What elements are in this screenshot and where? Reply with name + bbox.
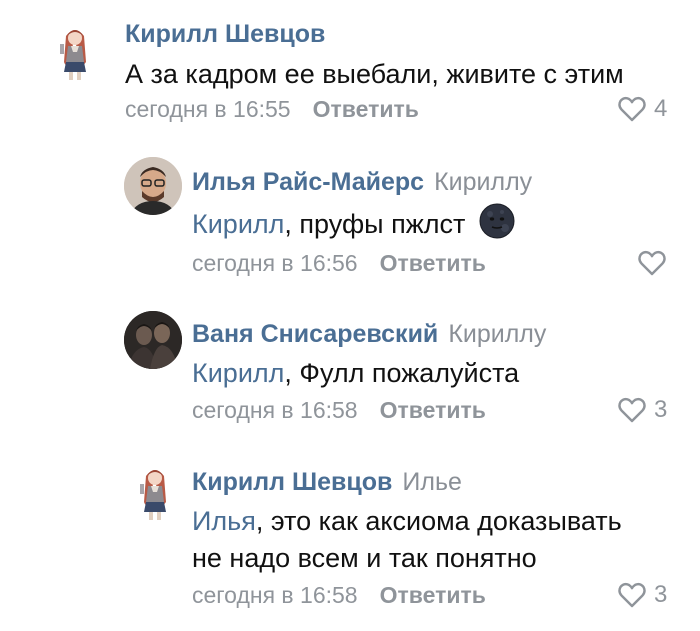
comment-time[interactable]: сегодня в 16:58 <box>192 582 358 608</box>
comment-author[interactable]: Ваня Снисаревский Кириллу <box>192 319 546 349</box>
comment-text: Илья, это как аксиома доказывать <box>192 503 622 540</box>
group-photo-avatar-icon <box>124 311 182 369</box>
avatar[interactable] <box>124 157 182 215</box>
reply-button[interactable]: Ответить <box>380 397 486 423</box>
like-button[interactable]: 3 <box>618 581 667 609</box>
avatar[interactable] <box>124 311 182 369</box>
like-button[interactable]: 3 <box>618 396 667 424</box>
man-photo-avatar-icon <box>124 157 182 215</box>
comment-text: А за кадром ее выебали, живите с этим <box>125 56 624 93</box>
comment-meta: сегодня в 16:55 Ответить <box>125 95 419 123</box>
heart-icon <box>618 582 646 608</box>
comment-time[interactable]: сегодня в 16:58 <box>192 397 358 423</box>
comment-author[interactable]: Кирилл Шевцов Илье <box>192 467 462 497</box>
like-button[interactable]: 4 <box>618 95 667 123</box>
reply-button[interactable]: Ответить <box>380 582 486 608</box>
comment-author[interactable]: Илья Райс-Майерс Кириллу <box>192 167 532 197</box>
heart-icon <box>638 250 666 276</box>
author-name[interactable]: Илья Райс-Майерс <box>192 168 424 196</box>
author-name[interactable]: Кирилл Шевцов <box>192 468 392 496</box>
comment-text: Кирилл, Фулл пожалуйста <box>192 355 519 392</box>
avatar[interactable] <box>126 462 184 520</box>
comment-text: Кирилл, пруфы пжлст <box>192 203 515 243</box>
heart-icon <box>618 96 646 122</box>
reply-to[interactable]: Илье <box>402 468 462 496</box>
like-count: 3 <box>654 396 668 423</box>
reply-to[interactable]: Кириллу <box>448 320 546 348</box>
reply-to[interactable]: Кириллу <box>434 168 532 196</box>
heart-icon <box>618 397 646 423</box>
anime-girl-avatar-icon <box>140 470 166 520</box>
mention-link[interactable]: Кирилл <box>192 358 284 388</box>
like-count: 3 <box>654 581 668 608</box>
comment-body: , это как аксиома доказывать <box>255 506 622 536</box>
comment-body: А за кадром ее выебали, живите с этим <box>125 59 624 89</box>
author-name[interactable]: Кирилл Шевцов <box>125 20 325 48</box>
reply-button[interactable]: Ответить <box>380 250 486 276</box>
comment-text-line2: не надо всем и так понятно <box>192 540 537 577</box>
avatar[interactable] <box>46 22 104 80</box>
anime-girl-avatar-icon <box>60 30 86 80</box>
reply-button[interactable]: Ответить <box>313 96 419 122</box>
mention-link[interactable]: Кирилл <box>192 209 284 239</box>
comment-meta: сегодня в 16:58 Ответить <box>192 396 486 424</box>
comment-meta: сегодня в 16:58 Ответить <box>192 581 486 609</box>
like-button[interactable] <box>638 249 674 277</box>
comment-meta: сегодня в 16:56 Ответить <box>192 249 486 277</box>
comment-body-continued: не надо всем и так понятно <box>192 543 537 573</box>
comment-time[interactable]: сегодня в 16:55 <box>125 96 291 122</box>
mention-link[interactable]: Илья <box>192 506 256 536</box>
comment-time[interactable]: сегодня в 16:56 <box>192 250 358 276</box>
author-name[interactable]: Ваня Снисаревский <box>192 320 438 348</box>
new-moon-face-emoji <box>479 203 515 239</box>
like-count: 4 <box>654 95 668 122</box>
comment-body: , пруфы пжлст <box>284 209 466 239</box>
comment-author[interactable]: Кирилл Шевцов <box>125 19 325 49</box>
comment-body: , Фулл пожалуйста <box>284 358 520 388</box>
